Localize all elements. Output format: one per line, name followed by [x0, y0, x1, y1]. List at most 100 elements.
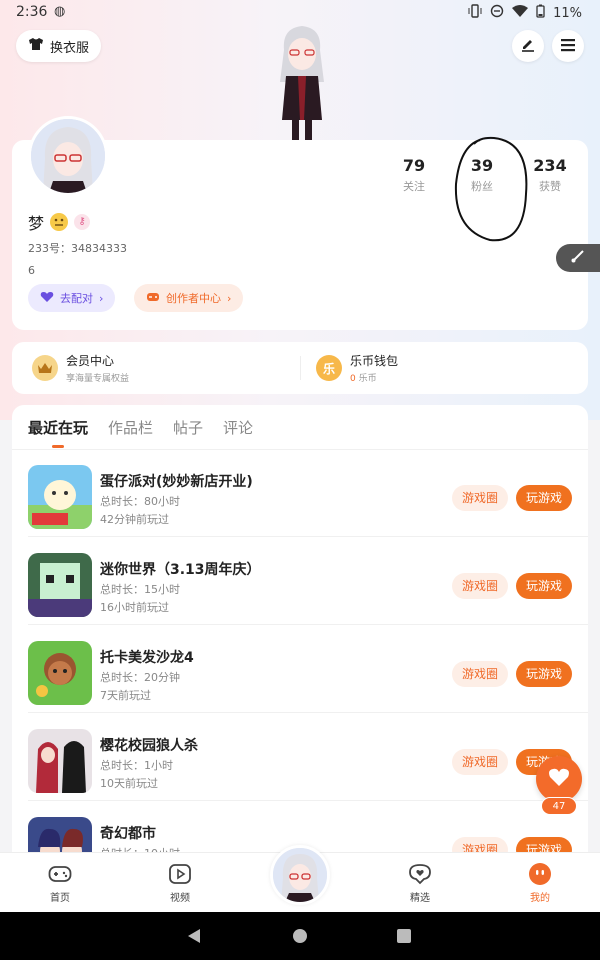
creator-center-label: 创作者中心: [166, 292, 221, 305]
following-label: 关注: [403, 180, 425, 193]
bottom-nav: 首页 视频 精选 我的: [0, 845, 600, 912]
face-icon: [510, 861, 570, 887]
heart-chat-icon: [390, 861, 450, 887]
nav-home-label: 首页: [50, 893, 70, 904]
avatar-character-figure[interactable]: [262, 20, 342, 142]
favorite-count: 47: [541, 797, 577, 815]
globe-icon: ◍: [54, 4, 66, 19]
nav-featured-label: 精选: [410, 893, 430, 904]
back-icon[interactable]: [186, 928, 202, 948]
wallet-unit: 乐币: [358, 374, 377, 384]
brush-icon: [570, 248, 586, 268]
pencil-icon: [520, 36, 536, 56]
chevron-right-icon: ›: [99, 291, 104, 305]
game-name: 托卡美发沙龙4: [100, 650, 194, 666]
content-tabs: 最近在玩 作品栏 帖子 评论: [28, 417, 253, 438]
gamepad-icon: [146, 291, 160, 306]
game-row[interactable]: 托卡美发沙龙4 总时长：20分钟 7天前玩过 游戏圈 玩游戏: [12, 625, 588, 713]
game-last-played: 10天前玩过: [100, 777, 158, 790]
game-name: 蛋仔派对(妙妙新店开业): [100, 474, 253, 490]
nav-featured[interactable]: 精选: [390, 861, 450, 904]
game-last-played: 7天前玩过: [100, 689, 151, 702]
favorite-button[interactable]: [536, 756, 582, 802]
status-time: 2:36: [16, 4, 48, 20]
menu-button[interactable]: [552, 30, 584, 62]
decorate-button[interactable]: [556, 244, 600, 272]
wifi-icon: [512, 4, 529, 22]
signature: 6: [28, 264, 35, 277]
recents-icon[interactable]: [396, 928, 412, 948]
edit-profile-button[interactable]: [512, 30, 544, 62]
change-outfit-button[interactable]: 换衣服: [16, 30, 102, 62]
creator-center-button[interactable]: 创作者中心 ›: [134, 284, 244, 312]
system-nav-bar: [0, 912, 600, 960]
nickname: 梦: [28, 214, 45, 233]
hand-drawn-circle: [454, 136, 528, 242]
game-circle-button[interactable]: 游戏圈: [452, 573, 508, 599]
tab-indicator: [52, 445, 64, 448]
stat-following[interactable]: 79 关注: [384, 156, 444, 194]
home-icon[interactable]: [292, 928, 308, 948]
game-duration: 总时长：15小时: [100, 583, 180, 596]
game-circle-button[interactable]: 游戏圈: [452, 485, 508, 511]
tab-comments[interactable]: 评论: [223, 417, 253, 438]
game-icon: [28, 729, 92, 793]
shirt-icon: [28, 37, 44, 55]
game-name: 奇幻都市: [100, 826, 156, 842]
following-count: 79: [402, 156, 426, 175]
change-outfit-label: 换衣服: [50, 40, 90, 56]
tab-recent[interactable]: 最近在玩: [28, 417, 88, 438]
heart-icon: [548, 767, 570, 791]
play-game-button[interactable]: 玩游戏: [516, 661, 572, 687]
avatar[interactable]: [28, 116, 108, 196]
game-row[interactable]: 樱花校园狼人杀 总时长：1小时 10天前玩过 游戏圈 玩游戏: [12, 713, 588, 801]
nav-home[interactable]: 首页: [30, 861, 90, 904]
vip-title: 会员中心: [66, 354, 115, 368]
game-circle-button[interactable]: 游戏圈: [452, 661, 508, 687]
match-label: 去配对: [60, 292, 93, 305]
game-icon: [28, 641, 92, 705]
battery-icon: [536, 4, 545, 22]
game-last-played: 16小时前玩过: [100, 601, 169, 614]
tab-posts[interactable]: 帖子: [173, 417, 203, 438]
nickname-row: 梦 ⚷: [28, 210, 91, 234]
neutral-face-icon: [50, 213, 69, 231]
game-circle-button[interactable]: 游戏圈: [452, 749, 508, 775]
nav-me-label: 我的: [530, 893, 550, 904]
recent-games-card: 最近在玩 作品栏 帖子 评论 蛋仔派对(妙妙新店开业) 总时长：80小时 42分…: [12, 405, 588, 865]
vibrate-icon: [468, 4, 482, 22]
battery-level: 11%: [553, 5, 582, 21]
vip-subtitle: 享海量专属权益: [66, 374, 130, 384]
game-icon: [28, 553, 92, 617]
play-game-button[interactable]: 玩游戏: [516, 485, 572, 511]
game-name: 樱花校园狼人杀: [100, 738, 198, 754]
dnd-icon: [490, 4, 504, 22]
game-duration: 总时长：20分钟: [100, 671, 180, 684]
tab-works[interactable]: 作品栏: [108, 417, 153, 438]
heart-icon: [40, 291, 54, 306]
video-icon: [150, 861, 210, 887]
match-button[interactable]: 去配对 ›: [28, 284, 116, 312]
wallet-title: 乐币钱包: [350, 354, 399, 368]
nav-me[interactable]: 我的: [510, 861, 570, 904]
coin-icon: 乐: [316, 355, 342, 381]
coin-wallet[interactable]: 乐 乐币钱包 0 乐币: [316, 352, 398, 384]
chevron-right-icon: ›: [227, 291, 232, 305]
member-card: 会员中心 享海量专属权益 乐 乐币钱包 0 乐币: [12, 342, 588, 394]
key-icon: ⚷: [74, 214, 91, 230]
divider: [300, 356, 301, 380]
menu-icon: [560, 37, 576, 56]
game-row[interactable]: 迷你世界（3.13周年庆） 总时长：15小时 16小时前玩过 游戏圈 玩游戏: [12, 537, 588, 625]
vip-center[interactable]: 会员中心 享海量专属权益: [32, 352, 129, 384]
game-name: 迷你世界（3.13周年庆）: [100, 562, 261, 578]
game-last-played: 42分钟前玩过: [100, 513, 169, 526]
gamepad-icon: [30, 861, 90, 887]
game-row[interactable]: 蛋仔派对(妙妙新店开业) 总时长：80小时 42分钟前玩过 游戏圈 玩游戏: [12, 449, 588, 537]
wallet-balance: 0 乐币: [350, 371, 398, 384]
user-id: 233号：34834333: [28, 242, 127, 255]
nav-video[interactable]: 视频: [150, 861, 210, 904]
play-game-button[interactable]: 玩游戏: [516, 573, 572, 599]
game-duration: 总时长：1小时: [100, 759, 173, 772]
game-icon: [28, 465, 92, 529]
nav-avatar[interactable]: [270, 845, 330, 905]
